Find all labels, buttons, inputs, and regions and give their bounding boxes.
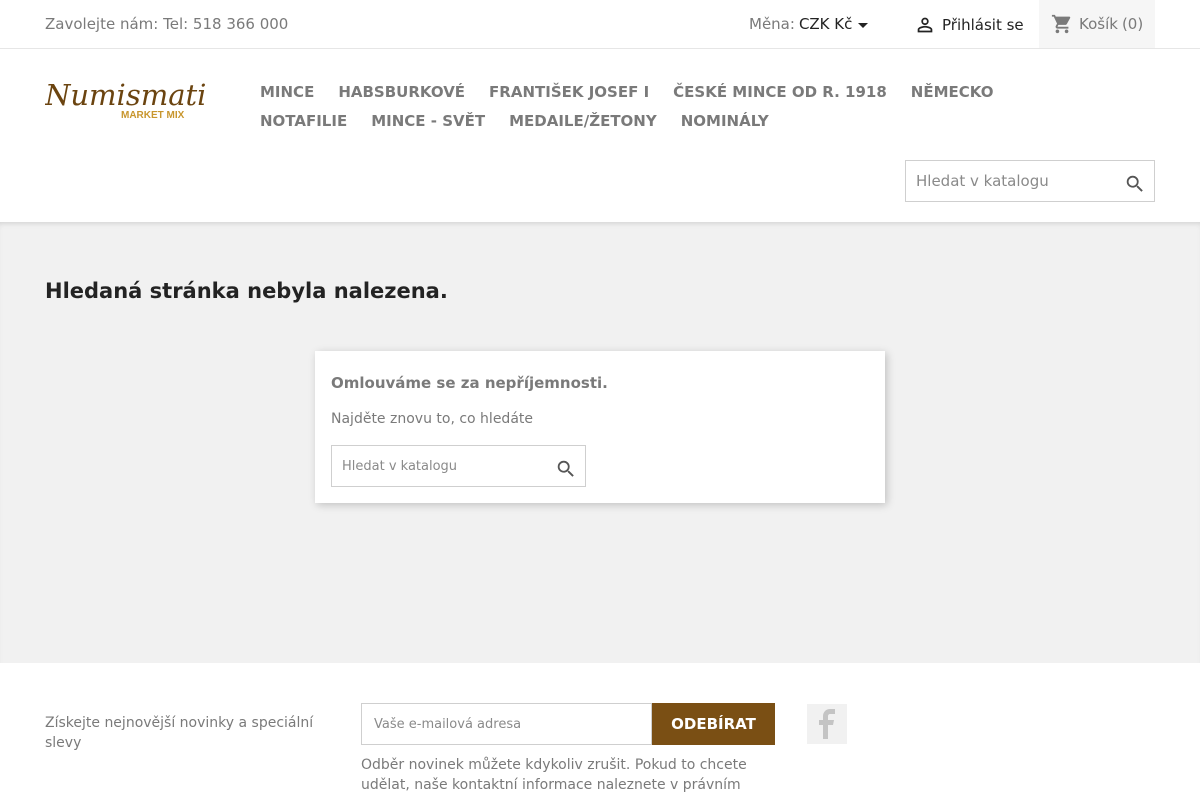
main-content: Hledaná stránka nebyla nalezena. Omlouvá… (0, 222, 1200, 663)
card-search (331, 445, 586, 487)
newsletter-note: Odběr novinek můžete kdykoliv zrušit. Po… (361, 757, 747, 793)
main-navigation: MINCE HABSBURKOVÉ FRANTIŠEK JOSEF I ČESK… (260, 82, 1090, 132)
not-found-card: Omlouváme se za nepříjemnosti. Najděte z… (315, 351, 885, 503)
cart-count: (0) (1121, 15, 1144, 33)
cart-label: Košík (1079, 15, 1118, 33)
nav-item-mince-svet[interactable]: MINCE - SVĚT (371, 111, 485, 132)
logo-text: Numismatika (45, 78, 205, 112)
nav-item-nominaly[interactable]: NOMINÁLY (681, 111, 769, 132)
nav-item-frantisek-josef[interactable]: FRANTIŠEK JOSEF I (489, 82, 649, 103)
currency-selector[interactable]: Měna: CZK Kč (749, 15, 869, 33)
caret-down-icon (858, 22, 869, 28)
cart-button[interactable]: Košík (0) (1039, 0, 1155, 48)
top-bar: Zavolejte nám: Tel: 518 366 000 Měna: CZ… (0, 0, 1200, 49)
currency-label: Měna: (749, 15, 795, 33)
search-icon[interactable] (555, 458, 577, 480)
nav-item-nemecko[interactable]: NĚMECKO (911, 82, 994, 103)
nav-item-habsburkove[interactable]: HABSBURKOVÉ (338, 82, 465, 103)
nav-item-notafilie[interactable]: NOTAFILIE (260, 111, 347, 132)
currency-value: CZK Kč (798, 15, 853, 33)
search-icon[interactable] (1124, 173, 1146, 195)
card-heading: Omlouváme se za nepříjemnosti. (331, 374, 608, 392)
newsletter-email-input[interactable] (361, 703, 652, 745)
subscribe-button[interactable]: ODEBÍRAT (652, 703, 775, 745)
card-text: Najděte znovu to, co hledáte (331, 411, 534, 427)
newsletter-text: Získejte nejnovější novinky a speciální … (45, 715, 314, 751)
site-footer: Získejte nejnovější novinky a speciální … (0, 663, 1200, 800)
nav-item-medaile-zetony[interactable]: MEDAILE/ŽETONY (509, 111, 657, 132)
card-search-input[interactable] (332, 446, 537, 486)
person-icon (917, 17, 933, 33)
site-logo[interactable]: Numismatika MARKET MIX (44, 77, 241, 121)
header-search (905, 160, 1155, 202)
nav-item-ceske-mince[interactable]: ČESKÉ MINCE OD R. 1918 (673, 82, 887, 103)
login-link[interactable]: Přihlásit se (914, 14, 1024, 36)
nav-item-mince[interactable]: MINCE (260, 82, 314, 103)
facebook-icon (819, 709, 835, 739)
page-title: Hledaná stránka nebyla nalezena. (45, 279, 448, 303)
site-header: Numismatika MARKET MIX MINCE HABSBURKOVÉ… (0, 49, 1200, 222)
logo-subtext: MARKET MIX (121, 110, 185, 121)
header-search-input[interactable] (906, 161, 1106, 201)
facebook-link[interactable] (807, 704, 847, 744)
login-label: Přihlásit se (942, 16, 1024, 34)
contact-phone: Zavolejte nám: Tel: 518 366 000 (45, 15, 289, 33)
shopping-cart-icon (1051, 14, 1071, 34)
